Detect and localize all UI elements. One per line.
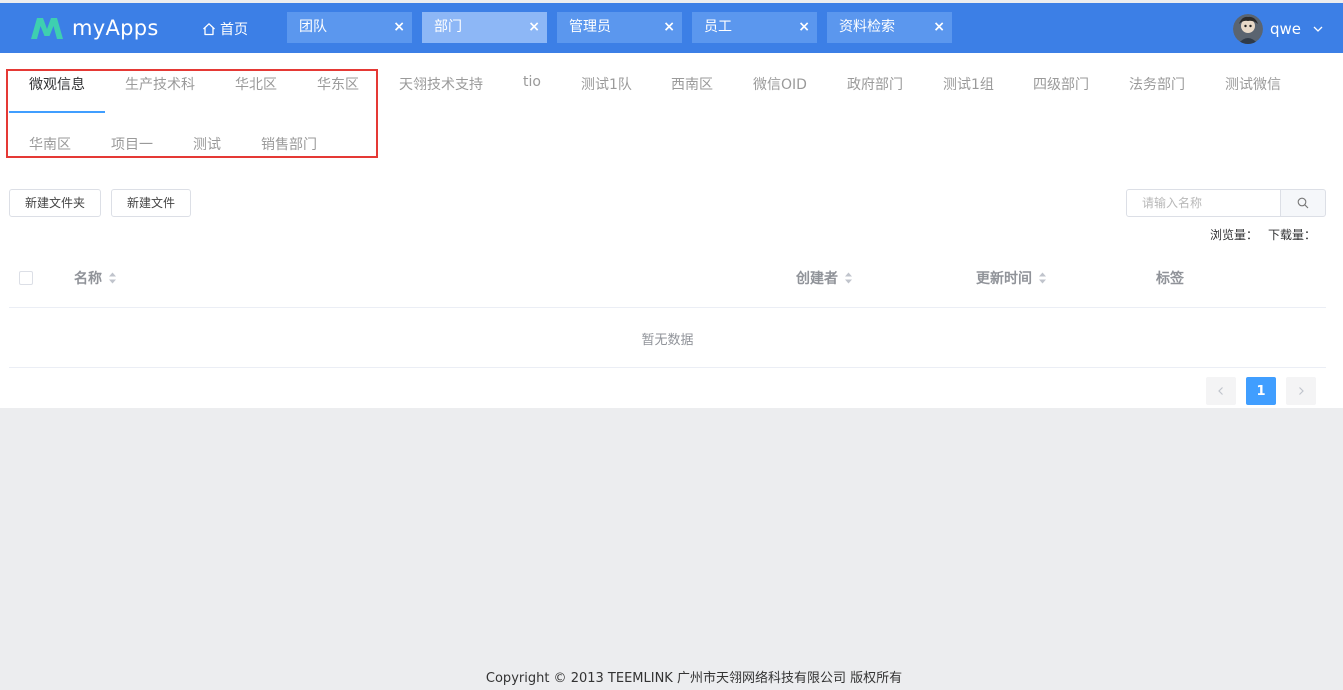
search-input[interactable]	[1126, 189, 1281, 217]
footer-copyright: Copyright © 2013 TEEMLINK 广州市天翎网络科技有限公司 …	[485, 671, 903, 686]
table-divider	[9, 307, 1326, 308]
brand-logo[interactable]: myApps	[30, 13, 159, 43]
tab-label: 员工	[704, 19, 732, 35]
tab-department[interactable]: 部门 ×	[422, 12, 547, 43]
prev-page-button[interactable]	[1206, 377, 1236, 405]
select-all-checkbox[interactable]	[19, 271, 33, 285]
tab-admin[interactable]: 管理员 ×	[557, 12, 682, 43]
next-page-button[interactable]	[1286, 377, 1316, 405]
close-icon[interactable]: ×	[798, 12, 810, 43]
dept-tab[interactable]: 四级部门	[1033, 74, 1089, 94]
column-header-tags: 标签	[1156, 268, 1184, 288]
chevron-left-icon	[1218, 387, 1223, 395]
avatar	[1233, 14, 1263, 44]
column-header-creator[interactable]: 创建者	[796, 268, 853, 288]
dept-tab[interactable]: 天翎技术支持	[399, 74, 483, 94]
dept-tab[interactable]: 测试1组	[943, 74, 994, 94]
chevron-down-icon	[1313, 26, 1323, 32]
views-count-label: 浏览量：	[1210, 228, 1259, 242]
main-panel: 微观信息 生产技术科 华北区 华东区 天翎技术支持 tio 测试1队 西南区 微…	[0, 53, 1343, 408]
dept-tab[interactable]: 微信OID	[753, 74, 807, 94]
home-icon	[203, 23, 215, 36]
search-button[interactable]	[1280, 189, 1326, 217]
tab-label: 团队	[299, 19, 327, 35]
dept-tab[interactable]: tio	[523, 74, 541, 90]
tab-document-search[interactable]: 资料检索 ×	[827, 12, 952, 43]
sort-icon[interactable]	[844, 271, 853, 285]
dept-tab[interactable]: 法务部门	[1129, 74, 1185, 94]
empty-state-text: 暂无数据	[641, 333, 694, 348]
new-file-button[interactable]: 新建文件	[111, 189, 191, 217]
close-icon[interactable]: ×	[528, 12, 540, 43]
tab-staff[interactable]: 员工 ×	[692, 12, 817, 43]
home-label: 首页	[220, 22, 248, 38]
close-icon[interactable]: ×	[663, 12, 675, 43]
tab-label: 管理员	[569, 19, 611, 35]
sort-icon[interactable]	[1038, 271, 1047, 285]
tab-team[interactable]: 团队 ×	[287, 12, 412, 43]
tab-label: 部门	[434, 19, 462, 35]
dept-tab[interactable]: 测试1队	[581, 74, 632, 94]
tab-label: 资料检索	[839, 19, 895, 35]
user-menu[interactable]: qwe	[1233, 14, 1324, 44]
column-header-label: 标签	[1156, 271, 1184, 287]
column-header-updated-time[interactable]: 更新时间	[976, 268, 1047, 288]
dept-tab[interactable]: 西南区	[671, 74, 713, 94]
dept-tab[interactable]: 政府部门	[847, 74, 903, 94]
table-divider	[9, 367, 1326, 368]
column-header-label: 名称	[74, 271, 102, 287]
close-icon[interactable]: ×	[933, 12, 945, 43]
new-folder-button[interactable]: 新建文件夹	[9, 189, 101, 217]
downloads-count-label: 下载量：	[1268, 228, 1317, 242]
brand-name: myApps	[72, 16, 159, 40]
home-link[interactable]: 首页	[202, 19, 248, 39]
top-navigation-bar: myApps 首页 团队 × 部门 × 管理员 × 员工 × 资料检索 × qw…	[0, 3, 1343, 53]
user-name: qwe	[1270, 20, 1302, 38]
column-header-name[interactable]: 名称	[74, 268, 117, 288]
chevron-right-icon	[1299, 387, 1304, 395]
sort-icon[interactable]	[108, 271, 117, 285]
highlight-annotation-box	[6, 69, 378, 158]
column-header-label: 创建者	[796, 271, 838, 287]
logo-icon	[31, 18, 63, 39]
close-icon[interactable]: ×	[393, 12, 405, 43]
page-number-button[interactable]: 1	[1246, 377, 1276, 405]
column-header-label: 更新时间	[976, 271, 1032, 287]
search-icon	[1297, 197, 1309, 209]
dept-tab[interactable]: 测试微信	[1225, 74, 1281, 94]
